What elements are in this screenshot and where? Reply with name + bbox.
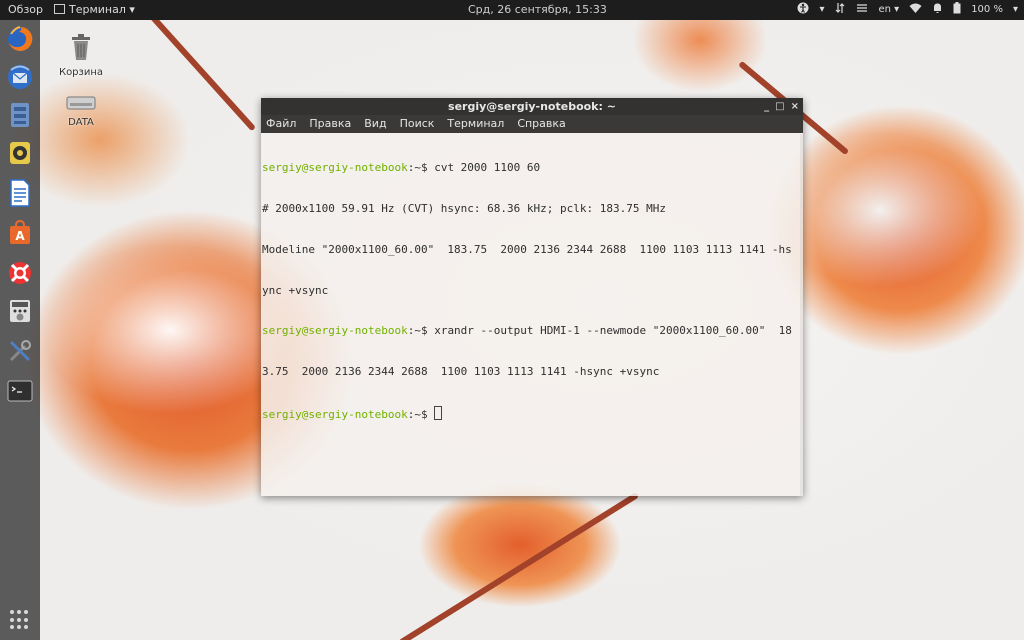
terminal-line: sergiy@sergiy-notebook:~$ xrandr --outpu… bbox=[262, 324, 799, 338]
files-icon[interactable] bbox=[5, 100, 35, 130]
dock: A bbox=[0, 20, 40, 640]
settings-tools-icon[interactable] bbox=[5, 336, 35, 366]
keyboard-layout-label: en bbox=[878, 4, 891, 15]
battery-icon[interactable] bbox=[953, 2, 961, 17]
calculator-icon[interactable] bbox=[5, 296, 35, 326]
menu-help[interactable]: Справка bbox=[517, 115, 565, 133]
window-titlebar[interactable]: sergiy@sergiy-notebook: ~ _ □ × bbox=[261, 98, 803, 115]
app-menu-button[interactable]: Терминал ▾ bbox=[54, 3, 135, 16]
line-text: :~$ xrandr --output HDMI-1 --newmode "20… bbox=[407, 324, 792, 338]
close-icon[interactable]: × bbox=[791, 98, 799, 115]
wallpaper-branch bbox=[398, 492, 640, 640]
terminal-line: sergiy@sergiy-notebook:~$ bbox=[262, 405, 799, 421]
maximize-icon[interactable]: □ bbox=[775, 98, 784, 115]
chevron-down-icon: ▾ bbox=[129, 3, 135, 16]
terminal-small-icon bbox=[54, 4, 65, 14]
rhythmbox-icon[interactable] bbox=[5, 138, 35, 168]
line-text: :~$ bbox=[407, 407, 435, 421]
text-cursor bbox=[434, 405, 443, 420]
terminal-icon[interactable] bbox=[5, 376, 35, 406]
window-title: sergiy@sergiy-notebook: ~ bbox=[448, 100, 616, 113]
terminal-window[interactable]: sergiy@sergiy-notebook: ~ _ □ × Файл Пра… bbox=[261, 98, 803, 496]
line-text: ync +vsync bbox=[262, 283, 329, 297]
accessibility-icon[interactable] bbox=[797, 2, 809, 17]
prompt: sergiy@sergiy-notebook bbox=[262, 324, 408, 338]
chevron-down-icon[interactable]: ▾ bbox=[819, 4, 824, 15]
terminal-line: ync +vsync bbox=[262, 284, 799, 298]
thunderbird-icon[interactable] bbox=[5, 62, 35, 92]
window-controls: _ □ × bbox=[764, 98, 799, 115]
desktop-icon-label: DATA bbox=[68, 117, 94, 128]
terminal-line: Modeline "2000x1100_60.00" 183.75 2000 2… bbox=[262, 243, 799, 257]
system-tray: ▾ en ▾ 100 % ▾ bbox=[797, 2, 1018, 17]
prompt: sergiy@sergiy-notebook bbox=[262, 407, 408, 421]
prompt: sergiy@sergiy-notebook bbox=[262, 161, 408, 175]
line-text: 3.75 2000 2136 2344 2688 1100 1103 1113 … bbox=[262, 365, 660, 379]
app-menu-label: Терминал bbox=[69, 3, 126, 16]
line-text: :~$ cvt 2000 1100 60 bbox=[407, 161, 541, 175]
help-icon[interactable] bbox=[5, 258, 35, 288]
show-applications-button[interactable] bbox=[10, 610, 30, 630]
menu-bar: Файл Правка Вид Поиск Терминал Справка bbox=[261, 115, 803, 133]
trash-icon bbox=[72, 34, 90, 60]
battery-label: 100 % bbox=[971, 4, 1003, 15]
activities-button[interactable]: Обзор bbox=[8, 3, 43, 16]
terminal-line: # 2000x1100 59.91 Hz (CVT) hsync: 68.36 … bbox=[262, 202, 799, 216]
terminal-output[interactable]: sergiy@sergiy-notebook:~$ cvt 2000 1100 … bbox=[261, 134, 799, 496]
wifi-icon[interactable] bbox=[909, 3, 922, 17]
terminal-line: 3.75 2000 2136 2344 2688 1100 1103 1113 … bbox=[262, 365, 799, 379]
wallpaper-branch bbox=[137, 0, 256, 132]
menu-lines-icon[interactable] bbox=[856, 3, 868, 16]
menu-terminal[interactable]: Терминал bbox=[447, 115, 504, 133]
chevron-down-icon[interactable]: ▾ bbox=[1013, 4, 1018, 15]
software-center-icon[interactable]: A bbox=[5, 218, 35, 248]
top-panel: Обзор Терминал ▾ Срд, 26 сентября, 15:33… bbox=[0, 0, 1024, 20]
transfer-icon[interactable] bbox=[834, 2, 846, 17]
clock[interactable]: Срд, 26 сентября, 15:33 bbox=[468, 3, 607, 16]
menu-search[interactable]: Поиск bbox=[400, 115, 435, 133]
minimize-icon[interactable]: _ bbox=[764, 98, 769, 115]
svg-text:A: A bbox=[15, 229, 25, 243]
writer-icon[interactable] bbox=[5, 178, 35, 208]
line-text: Modeline "2000x1100_60.00" 183.75 2000 2… bbox=[262, 242, 792, 256]
menu-view[interactable]: Вид bbox=[364, 115, 386, 133]
desktop-icon-data[interactable]: DATA bbox=[46, 92, 116, 128]
menu-file[interactable]: Файл bbox=[266, 115, 296, 133]
scrollbar[interactable] bbox=[800, 134, 803, 496]
bell-icon[interactable] bbox=[932, 2, 943, 17]
drive-icon bbox=[66, 96, 96, 110]
firefox-icon[interactable] bbox=[5, 24, 35, 54]
terminal-line: sergiy@sergiy-notebook:~$ cvt 2000 1100 … bbox=[262, 161, 799, 175]
menu-edit[interactable]: Правка bbox=[309, 115, 351, 133]
desktop-icon-trash[interactable]: Корзина bbox=[46, 32, 116, 78]
desktop-icon-label: Корзина bbox=[58, 67, 104, 78]
keyboard-layout-indicator[interactable]: en ▾ bbox=[878, 4, 899, 15]
line-text: # 2000x1100 59.91 Hz (CVT) hsync: 68.36 … bbox=[262, 201, 666, 215]
